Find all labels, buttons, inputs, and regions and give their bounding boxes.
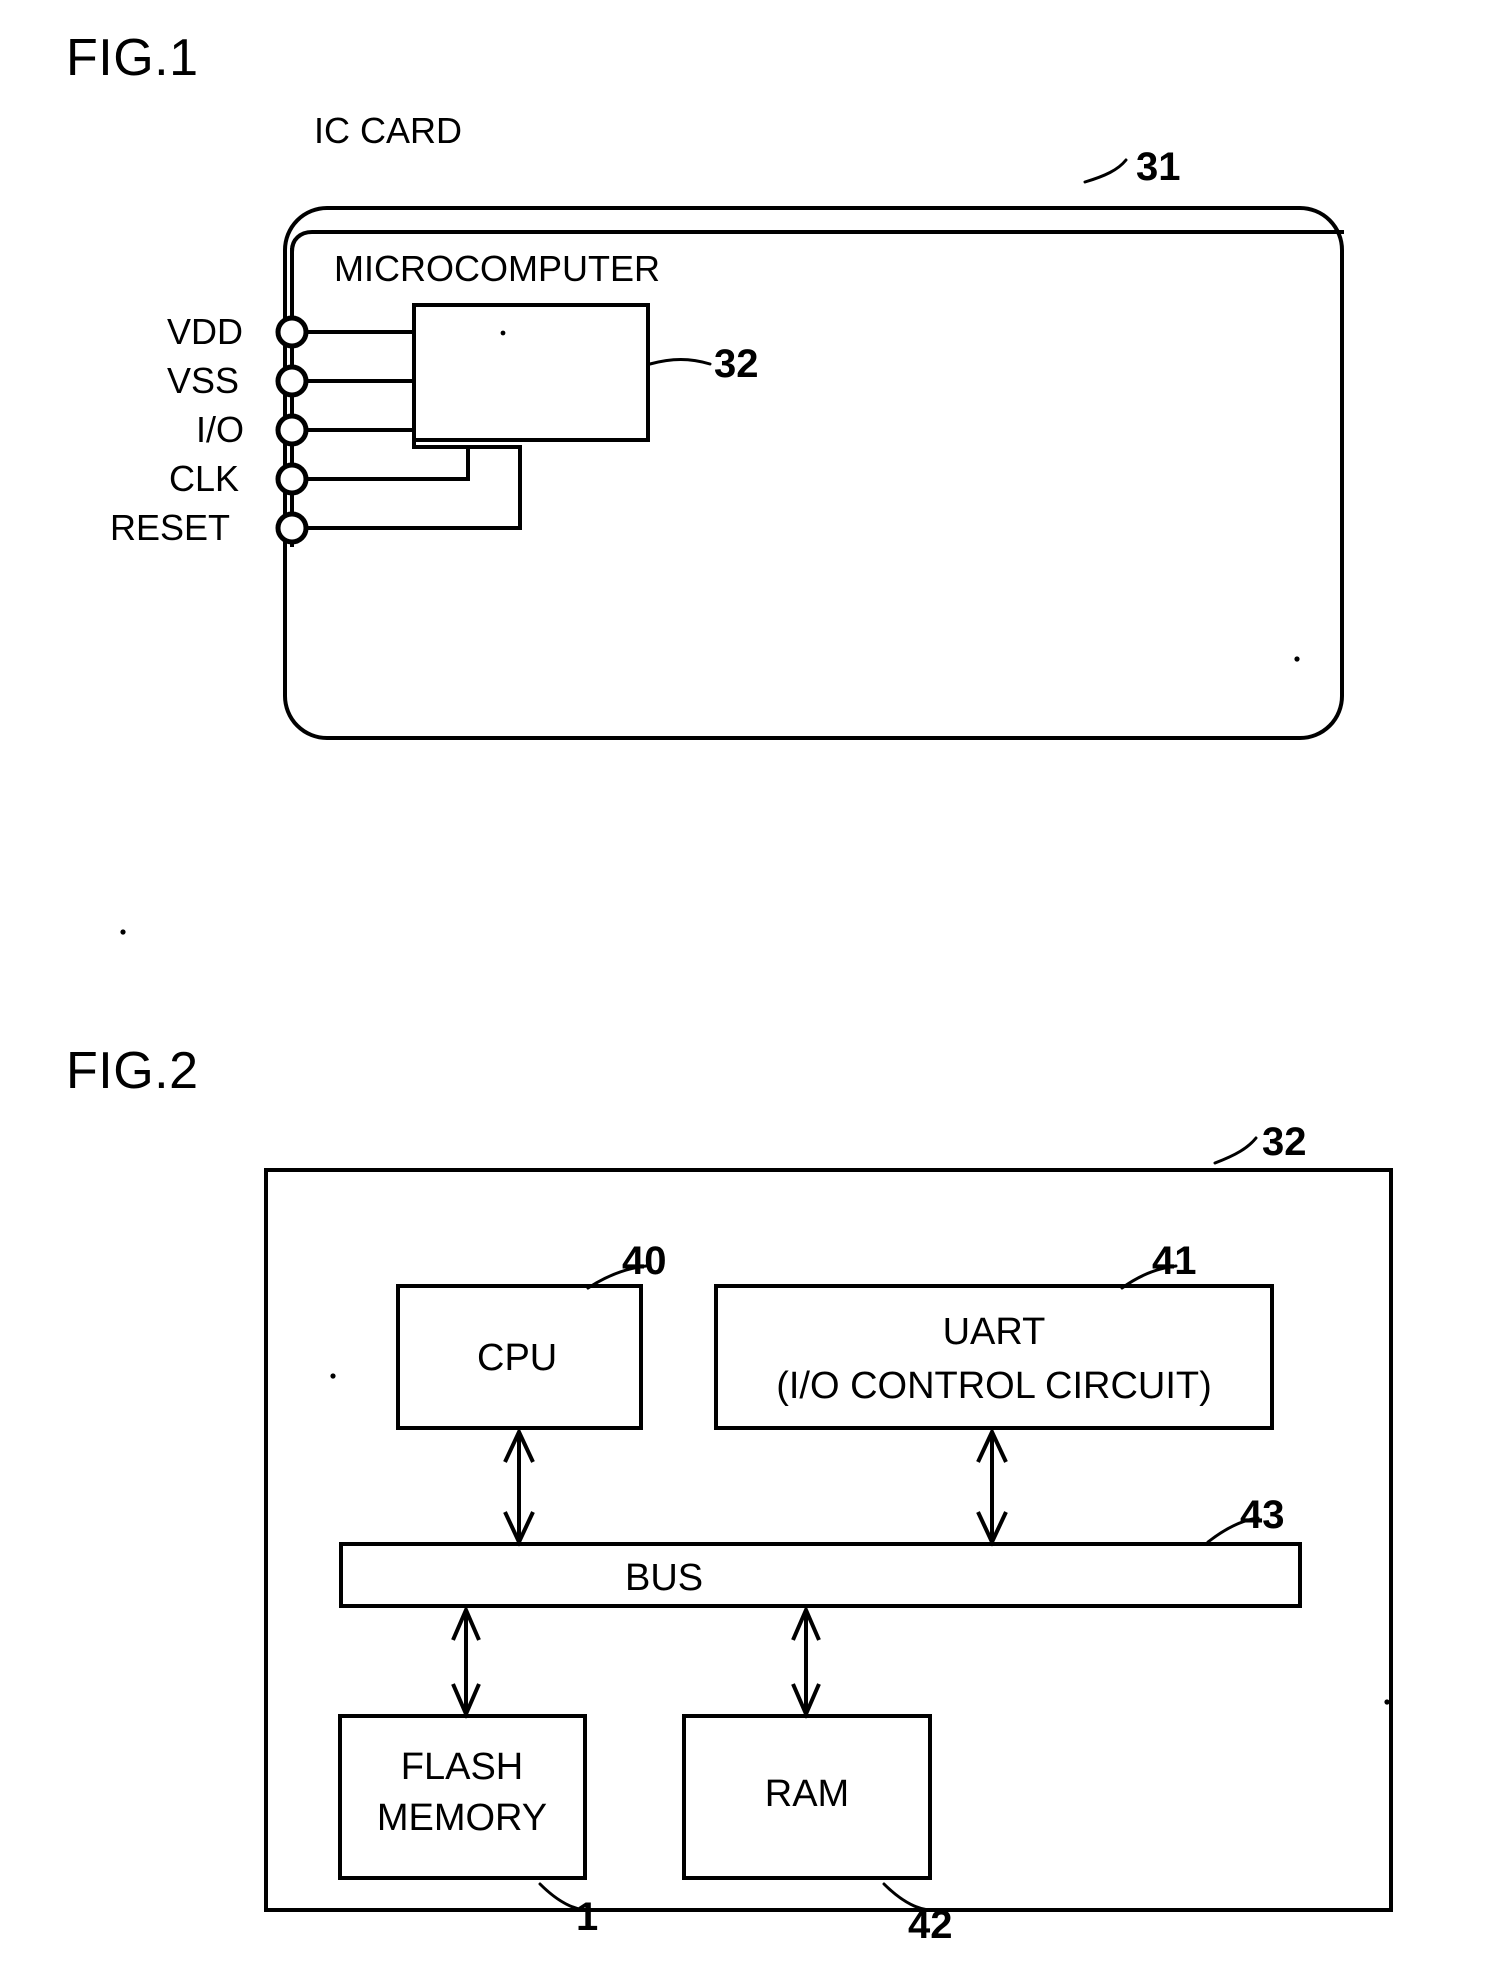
scan-speck — [500, 330, 506, 336]
ref-41-number: 41 — [1152, 1239, 1197, 1283]
ref-42-number: 42 — [908, 1903, 953, 1947]
flash-label-line1: FLASH — [401, 1746, 523, 1788]
microcomputer-label: MICROCOMPUTER — [334, 248, 660, 289]
ref-31-number: 31 — [1136, 145, 1181, 189]
scan-speck — [1384, 1699, 1390, 1705]
ram-label: RAM — [765, 1773, 849, 1815]
bus-label: BUS — [625, 1557, 703, 1599]
pin-label-vss: VSS — [167, 360, 239, 401]
pin-label-clk: CLK — [169, 458, 239, 499]
figure-1-title: FIG.1 — [66, 29, 199, 87]
ref-40-number: 40 — [622, 1239, 667, 1283]
pin-label-vdd: VDD — [167, 311, 243, 352]
microcomputer-box — [412, 303, 650, 442]
pin-terminal-reset — [275, 511, 309, 545]
cpu-label: CPU — [477, 1337, 557, 1379]
ic-card-caption: IC CARD — [314, 110, 462, 151]
pin-terminal-io — [275, 413, 309, 447]
ref-43-number: 43 — [1240, 1493, 1285, 1537]
pin-terminal-vdd — [275, 315, 309, 349]
figure-2-group: FIG.2 32 CPU 40 UART (I/O CONTROL CIRCUI… — [66, 1042, 1393, 1947]
scan-speck — [330, 1373, 336, 1379]
ref-32-fig2-number: 32 — [1262, 1120, 1307, 1164]
scan-speck — [120, 929, 126, 935]
ref-32-number: 32 — [714, 342, 759, 386]
flash-label-line2: MEMORY — [377, 1797, 547, 1839]
figure-2-title: FIG.2 — [66, 1042, 199, 1100]
scan-speck — [1294, 656, 1300, 662]
uart-label-line2: (I/O CONTROL CIRCUIT) — [776, 1365, 1212, 1407]
uart-label-line1: UART — [943, 1311, 1046, 1353]
pin-terminal-vss — [275, 364, 309, 398]
pin-label-reset: RESET — [110, 507, 230, 548]
ref-1-number: 1 — [576, 1895, 598, 1939]
bus-bar — [339, 1542, 1302, 1608]
patent-figure-sheet: FIG.1 IC CARD 31 MICROCOMPUTER 32 VDD VS… — [0, 0, 1502, 1986]
pin-terminal-clk — [275, 462, 309, 496]
pin-label-io: I/O — [196, 409, 244, 450]
